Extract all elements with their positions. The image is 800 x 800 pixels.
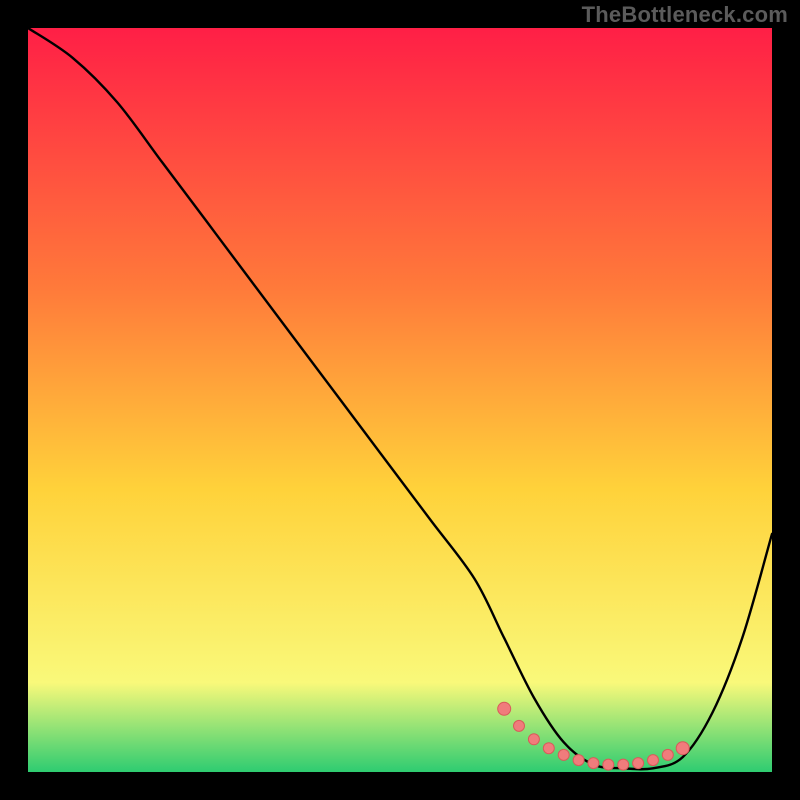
marker-point bbox=[543, 743, 554, 754]
marker-point bbox=[514, 720, 525, 731]
marker-point bbox=[662, 749, 673, 760]
marker-point bbox=[573, 755, 584, 766]
watermark-text: TheBottleneck.com bbox=[582, 2, 788, 28]
chart-svg bbox=[28, 28, 772, 772]
chart-frame: TheBottleneck.com bbox=[0, 0, 800, 800]
marker-point bbox=[588, 758, 599, 769]
plot-area bbox=[28, 28, 772, 772]
marker-point bbox=[498, 702, 511, 715]
marker-point bbox=[618, 759, 629, 770]
marker-point bbox=[528, 734, 539, 745]
marker-point bbox=[648, 755, 659, 766]
marker-point bbox=[676, 742, 689, 755]
marker-point bbox=[558, 749, 569, 760]
gradient-background bbox=[28, 28, 772, 772]
marker-point bbox=[633, 758, 644, 769]
marker-point bbox=[603, 759, 614, 770]
